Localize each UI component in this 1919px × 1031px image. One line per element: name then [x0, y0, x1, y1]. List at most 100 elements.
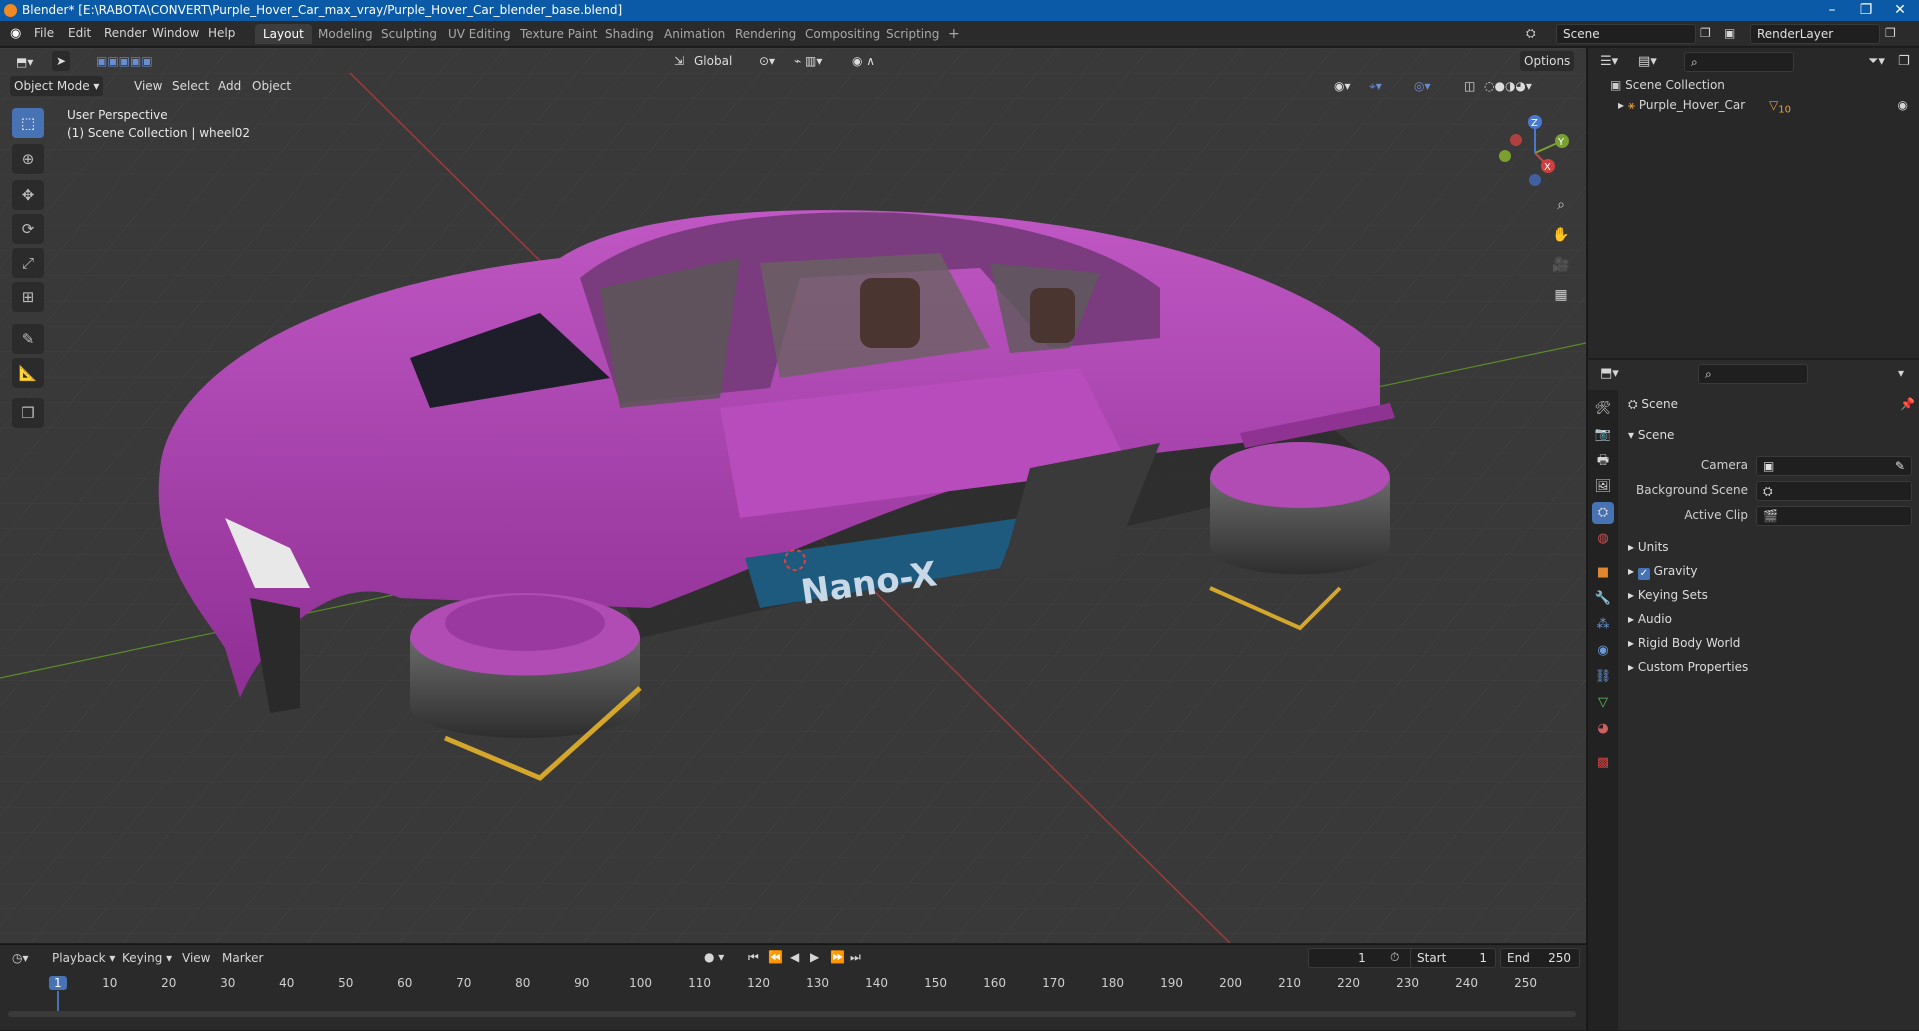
physics-tab-icon[interactable]: ◉	[1592, 640, 1614, 662]
add-workspace-icon[interactable]: +	[940, 24, 968, 44]
background-scene-field[interactable]: ⛭	[1756, 481, 1912, 501]
render-tab-icon[interactable]: 📷	[1592, 424, 1614, 446]
modifier-tab-icon[interactable]: 🔧	[1592, 588, 1614, 610]
constraints-tab-icon[interactable]: ⛓	[1592, 666, 1614, 688]
pin-icon[interactable]: 📌	[1900, 397, 1915, 411]
shading-modes-icon[interactable]: ◌●◑◕▾	[1480, 76, 1536, 96]
editor-type-icon[interactable]: ⬒▾	[12, 52, 37, 72]
zoom-icon[interactable]: ⌕	[1548, 192, 1574, 218]
pivot-icon[interactable]: ⊙▾	[755, 51, 779, 71]
mode-selector[interactable]: Object Mode ▾	[10, 76, 104, 96]
scene-tab-icon[interactable]: ⛭	[1592, 502, 1614, 524]
view-layer-tab-icon[interactable]: 🖼	[1592, 476, 1614, 498]
transform-tool[interactable]: ⊞	[12, 282, 44, 312]
particles-tab-icon[interactable]: ⁂	[1592, 614, 1614, 636]
maximize-icon[interactable]: ❐	[1851, 0, 1881, 21]
section-gravity[interactable]: ▸ ✓ Gravity	[1628, 564, 1698, 580]
select-tool-icon[interactable]: ➤	[52, 51, 71, 71]
scene-panel-header[interactable]: ▾ Scene	[1628, 428, 1674, 442]
gizmo-toggle-icon[interactable]: ⌖▾	[1365, 76, 1386, 96]
navigation-gizmo[interactable]: Z Y X	[1490, 108, 1580, 188]
camera-view-icon[interactable]: 🎥	[1548, 252, 1574, 278]
menu-window[interactable]: Window	[152, 26, 199, 40]
object-tab-icon[interactable]: ■	[1592, 562, 1614, 584]
rotate-tool[interactable]: ⟳	[12, 214, 44, 244]
minimize-icon[interactable]: –	[1817, 0, 1847, 21]
scale-tool[interactable]: ⤢	[12, 248, 44, 278]
tab-layout[interactable]: Layout	[255, 24, 312, 44]
outliner-item[interactable]: ▸ ⚹ Purple_Hover_Car ▽10 ◉	[1618, 98, 1908, 115]
options-chevron-icon[interactable]: ▾	[1898, 366, 1904, 380]
visibility-icon[interactable]: ◉▾	[1330, 76, 1355, 96]
outliner-search-input[interactable]: ⌕	[1684, 52, 1794, 72]
scene-icon[interactable]: ⛭	[1526, 26, 1536, 41]
section-rigid-body-world[interactable]: ▸ Rigid Body World	[1628, 636, 1740, 650]
outliner-root[interactable]: ▣ Scene Collection	[1610, 78, 1725, 92]
cursor-tool[interactable]: ⊕	[12, 144, 44, 174]
3d-viewport[interactable]: Nano-X ⬒▾ ➤ ▣▣▣▣▣ ⇲ Global ⊙▾ ⌁ ▥▾ ◉ ∧ O…	[0, 48, 1586, 943]
tab-animation[interactable]: Animation	[656, 24, 733, 44]
menu-select[interactable]: Select	[168, 76, 213, 96]
menu-file[interactable]: File	[34, 26, 54, 40]
renderlayer-new-icon[interactable]: ❐	[1885, 26, 1896, 40]
renderlayer-selector[interactable]: RenderLayer	[1750, 24, 1880, 44]
tab-uv-editing[interactable]: UV Editing	[440, 24, 519, 44]
menu-edit[interactable]: Edit	[68, 26, 91, 40]
scene-new-icon[interactable]: ❐	[1700, 26, 1711, 40]
transform-orientation-icon[interactable]: ⇲	[670, 51, 688, 71]
properties-search-input[interactable]: ⌕	[1698, 364, 1808, 384]
add-cube-tool[interactable]: ❒	[12, 398, 44, 428]
data-tab-icon[interactable]: ▽	[1592, 692, 1614, 714]
scene-selector[interactable]: Scene	[1556, 24, 1696, 44]
pan-hand-icon[interactable]: ✋	[1548, 222, 1574, 248]
timeline-scrollbar[interactable]	[8, 1011, 1576, 1017]
select-mode-icons[interactable]: ▣▣▣▣▣	[92, 51, 157, 71]
tab-shading[interactable]: Shading	[597, 24, 662, 44]
measure-tool[interactable]: 📐	[12, 358, 44, 388]
display-mode-icon[interactable]: ▤▾	[1638, 54, 1657, 69]
section-units[interactable]: ▸ Units	[1628, 540, 1669, 554]
expand-arrow-icon[interactable]: ▸	[1618, 98, 1628, 112]
camera-field[interactable]: ▣ ✎	[1756, 456, 1912, 476]
filter-icon[interactable]: ⏷▾	[1868, 54, 1885, 69]
world-tab-icon[interactable]: ◍	[1592, 528, 1614, 550]
new-collection-icon[interactable]: ❐	[1898, 54, 1910, 69]
menu-help[interactable]: Help	[208, 26, 235, 40]
tab-modeling[interactable]: Modeling	[310, 24, 381, 44]
tab-sculpting[interactable]: Sculpting	[373, 24, 445, 44]
texture-tab-icon[interactable]: ▩	[1592, 752, 1614, 774]
menu-add[interactable]: Add	[214, 76, 245, 96]
ortho-grid-icon[interactable]: ▦	[1548, 282, 1574, 308]
overlay-toggle-icon[interactable]: ◎▾	[1410, 76, 1435, 96]
snap-icon[interactable]: ⌁ ▥▾	[790, 51, 826, 71]
eye-icon[interactable]: ◉	[1898, 98, 1908, 112]
material-tab-icon[interactable]: ◕	[1592, 718, 1614, 740]
section-custom-properties[interactable]: ▸ Custom Properties	[1628, 660, 1748, 674]
annotate-tool[interactable]: ✎	[12, 324, 44, 354]
tab-texture-paint[interactable]: Texture Paint	[512, 24, 605, 44]
section-audio[interactable]: ▸ Audio	[1628, 612, 1672, 626]
frame-ruler[interactable]: 1 10 20 30 40 50 60 70 80 90 100 110 120 130 140 150 160…	[0, 945, 1586, 1031]
transform-orientation[interactable]: Global	[690, 51, 736, 71]
menu-render[interactable]: Render	[104, 26, 147, 40]
eyedropper-icon[interactable]: ✎	[1895, 457, 1905, 475]
gravity-checkbox[interactable]: ✓	[1637, 568, 1650, 580]
output-tab-icon[interactable]: 🖶	[1592, 450, 1614, 472]
options-button[interactable]: Options	[1520, 51, 1575, 71]
outliner-editor-icon[interactable]: ☰▾	[1600, 54, 1618, 69]
menu-view[interactable]: View	[130, 76, 166, 96]
tab-compositing[interactable]: Compositing	[797, 24, 888, 44]
playhead-line[interactable]	[57, 991, 59, 1011]
section-keying-sets[interactable]: ▸ Keying Sets	[1628, 588, 1708, 602]
menu-object[interactable]: Object	[248, 76, 295, 96]
xray-icon[interactable]: ◫	[1460, 76, 1479, 96]
tab-scripting[interactable]: Scripting	[878, 24, 947, 44]
properties-editor-icon[interactable]: ⬒▾	[1600, 366, 1619, 381]
proportional-edit-icon[interactable]: ◉ ∧	[848, 51, 879, 71]
render-layer-icon[interactable]: ▣	[1724, 26, 1735, 40]
select-box-tool[interactable]: ⬚	[12, 108, 44, 138]
tool-tab-icon[interactable]: 🛠	[1592, 398, 1614, 420]
move-tool[interactable]: ✥	[12, 180, 44, 210]
active-clip-field[interactable]: 🎬	[1756, 506, 1912, 526]
close-icon[interactable]: ✕	[1885, 0, 1915, 21]
